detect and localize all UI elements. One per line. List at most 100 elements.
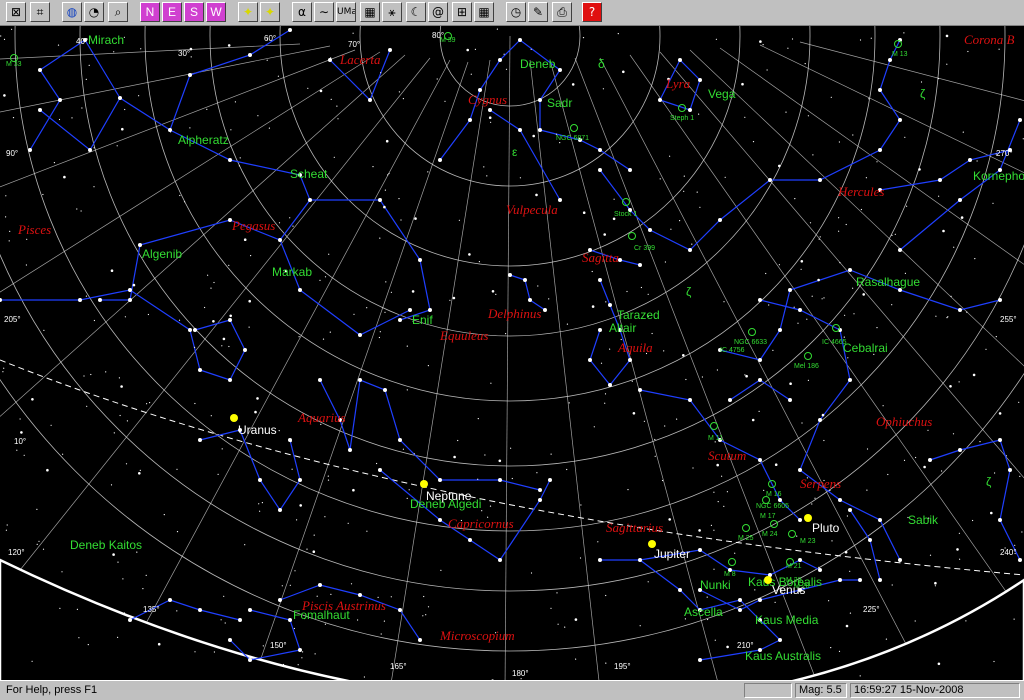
background-star — [1021, 531, 1023, 533]
constellation-name: Corona B — [964, 32, 1014, 47]
background-star — [294, 570, 296, 572]
background-star — [582, 37, 585, 39]
star — [588, 358, 592, 362]
zoom-fit-button[interactable]: ⊠ — [6, 2, 26, 22]
background-star — [707, 618, 709, 621]
galaxy-button[interactable]: @ — [428, 2, 448, 22]
background-star — [967, 50, 969, 53]
stars1-button[interactable]: ✦ — [238, 2, 258, 22]
star — [128, 618, 132, 622]
help-button[interactable]: ? — [582, 2, 602, 22]
background-star — [865, 177, 868, 179]
constellation-line — [899, 119, 1021, 251]
background-star — [293, 627, 295, 630]
background-star — [713, 529, 715, 531]
background-star — [292, 225, 294, 227]
find-button[interactable]: ⌕ — [108, 2, 128, 22]
background-star — [617, 33, 619, 35]
background-star — [821, 298, 823, 300]
background-star — [213, 281, 215, 284]
background-star — [301, 657, 303, 659]
background-star — [605, 594, 607, 597]
print-button[interactable]: ⎙ — [552, 2, 572, 22]
star — [538, 98, 542, 102]
star — [858, 578, 862, 582]
background-star — [357, 619, 359, 621]
sky-chart[interactable]: 40° 30° 60° 70° 80° 90° 270° 205° 255° 10° 120° 240… — [0, 26, 1024, 680]
globe-button[interactable]: ◍ — [62, 2, 82, 22]
background-star — [789, 382, 792, 386]
background-star — [117, 636, 119, 639]
deep-sky-label: M 24 — [762, 531, 778, 538]
help-hint: For Help, press F1 — [6, 684, 98, 696]
background-star — [906, 205, 908, 207]
const-lines-button[interactable]: ⚹ — [382, 2, 402, 22]
star — [798, 308, 802, 312]
north-button[interactable]: N — [140, 2, 160, 22]
deep-sky-marker — [788, 530, 796, 538]
constellation-name: Delphinus — [487, 306, 541, 321]
background-star — [314, 653, 316, 655]
background-star — [36, 508, 38, 510]
background-star — [894, 233, 896, 235]
greek-letter-label: ζ — [920, 87, 926, 101]
south-button[interactable]: S — [184, 2, 204, 22]
greek-button[interactable]: α — [292, 2, 312, 22]
background-star — [860, 208, 863, 211]
background-star — [876, 161, 878, 163]
const-abbr-button[interactable]: UMa — [336, 2, 356, 22]
star — [638, 558, 642, 562]
grid-coordinate-label: 180° — [512, 669, 529, 678]
star — [358, 593, 362, 597]
background-star — [384, 311, 386, 313]
background-star — [556, 592, 558, 594]
background-star — [139, 469, 141, 471]
background-star — [183, 201, 186, 203]
zoom-box-button[interactable]: ⌗ — [30, 2, 50, 22]
background-star — [846, 515, 849, 517]
moon-button[interactable]: ☾ — [406, 2, 426, 22]
star — [738, 598, 742, 602]
background-star — [579, 557, 582, 559]
constellation-name: Scutum — [708, 448, 746, 463]
background-star — [778, 164, 781, 168]
background-star — [11, 28, 13, 30]
star — [878, 578, 882, 582]
star — [738, 608, 742, 612]
stars2-button[interactable]: ✦ — [260, 2, 280, 22]
clock-button[interactable]: ◔ — [84, 2, 104, 22]
star — [418, 258, 422, 262]
west-button[interactable]: W — [206, 2, 226, 22]
star — [778, 638, 782, 642]
background-star — [823, 439, 825, 442]
star — [383, 388, 387, 392]
east-button[interactable]: E — [162, 2, 182, 22]
background-star — [941, 470, 943, 472]
background-star — [366, 530, 368, 532]
background-star — [59, 607, 61, 610]
background-star — [402, 448, 404, 450]
star — [878, 518, 882, 522]
sky-chart-canvas[interactable]: 40°30°60°70°80°90° 270°205° 255°10°120° 240… — [0, 26, 1024, 680]
background-star — [817, 278, 820, 282]
background-star — [122, 578, 124, 580]
pencil-button[interactable]: ✎ — [528, 2, 548, 22]
time-button[interactable]: ◷ — [506, 2, 526, 22]
background-star — [423, 595, 425, 598]
background-star — [118, 377, 120, 379]
background-star — [882, 405, 884, 407]
const-boundary-button[interactable]: ▦ — [360, 2, 380, 22]
star — [598, 328, 602, 332]
background-star — [495, 293, 497, 295]
grid-radec-button[interactable]: ⊞ — [452, 2, 472, 22]
background-star — [505, 333, 507, 335]
grid-altaz-button[interactable]: ▦ — [474, 2, 494, 22]
background-star — [811, 295, 813, 297]
background-star — [960, 216, 964, 219]
background-star — [113, 51, 115, 53]
constellation-name: Serpens — [800, 476, 841, 491]
greek-letter-label: ζ — [986, 475, 992, 489]
milkyway-button[interactable]: ∼ — [314, 2, 334, 22]
background-star — [400, 219, 402, 221]
background-star — [698, 113, 700, 115]
